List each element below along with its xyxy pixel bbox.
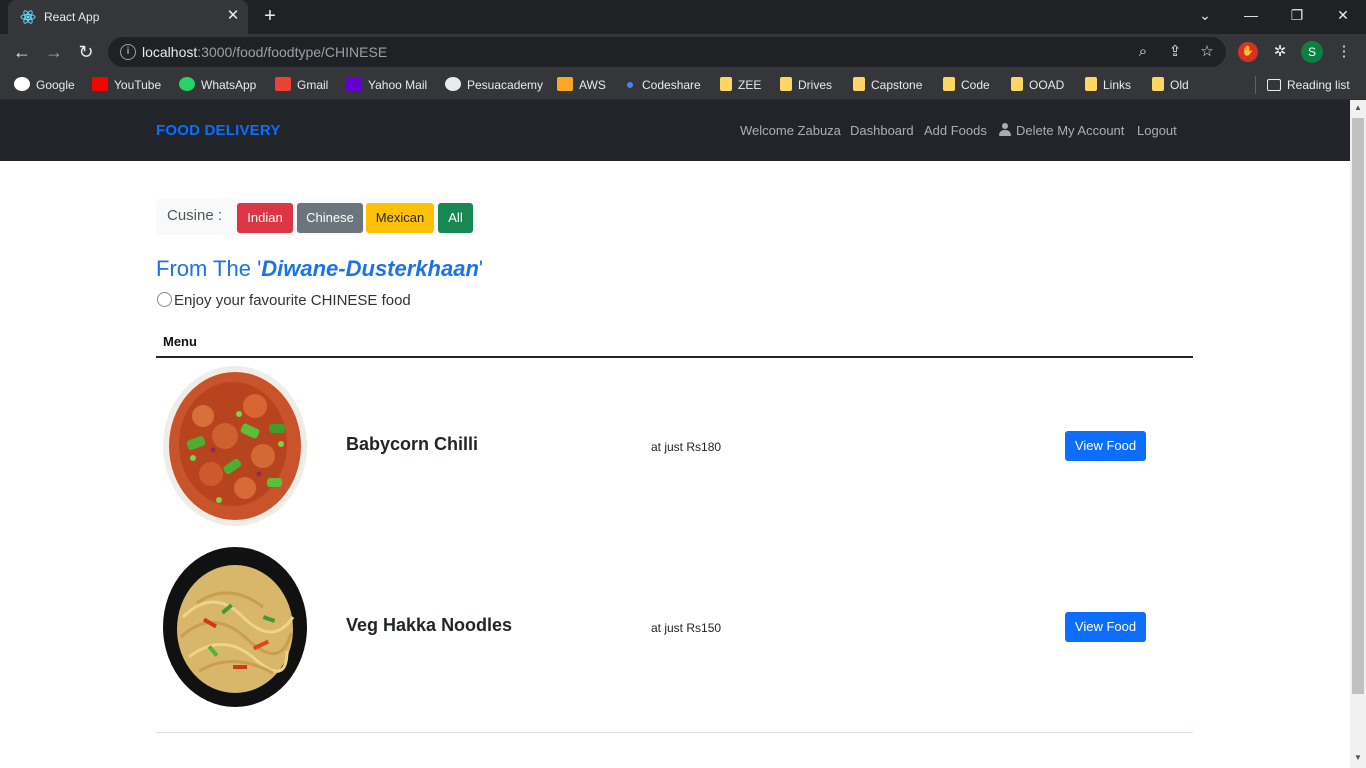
bookmark-folder-zee[interactable]: ZEE [720,76,761,94]
food-name: Veg Hakka Noodles [346,615,513,635]
cuisine-filter: Cusine : Indian Chinese Mexican All [156,199,478,235]
whatsapp-icon [179,77,195,91]
menu-item: Veg Hakka Noodles at just Rs150 View Foo… [156,547,1193,727]
food-image [163,547,307,707]
nav-logout[interactable]: Logout [1137,123,1177,138]
window-close-icon[interactable]: ✕ [1329,4,1357,26]
browser-tab[interactable]: React App ✕ [8,0,248,34]
bookmark-codeshare[interactable]: Codeshare [622,76,701,94]
bookmark-folder-drives[interactable]: Drives [780,76,832,94]
bookmark-folder-code[interactable]: Code [943,76,990,94]
gmail-icon [275,77,291,91]
bookmark-gmail[interactable]: Gmail [275,76,328,94]
food-price: at just Rs180 [651,440,722,454]
youtube-icon [92,77,108,91]
food-price: at just Rs150 [651,621,722,635]
yahoo-mail-icon [346,77,362,91]
pesuacademy-icon [445,77,461,91]
folder-icon [943,77,955,91]
google-icon [14,77,30,91]
view-food-button[interactable]: View Food [1065,431,1146,461]
babycorn-chilli-image [163,366,307,526]
reading-list-button[interactable]: Reading list [1267,76,1350,94]
cuisine-all-button[interactable]: All [438,203,473,233]
reading-list-icon [1267,79,1281,91]
person-icon [999,123,1011,136]
profile-avatar[interactable]: S [1301,41,1323,63]
brand-logo[interactable]: FOOD DELIVERY [156,122,281,139]
tab-title: React App [44,10,100,24]
food-name: Babycorn Chilli [346,434,479,454]
top-navbar: FOOD DELIVERY Welcome Zabuza Dashboard A… [0,100,1350,161]
menu-header: Menu [163,334,197,349]
minimize-icon[interactable]: — [1237,4,1265,26]
url-path: :3000/food/foodtype/CHINESE [197,44,388,60]
cuisine-mexican-button[interactable]: Mexican [366,203,434,233]
url-text[interactable]: localhost:3000/food/foodtype/CHINESE [142,44,387,60]
restaurant-name: Diwane-Dusterkhaan [261,256,479,281]
food-image [163,366,307,526]
bookmarks-bar: Google YouTube WhatsApp Gmail Yahoo Mail… [0,70,1366,100]
browser-toolbar: ← → ↻ i localhost:3000/food/foodtype/CHI… [0,34,1366,70]
restaurant-heading: From The 'Diwane-Dusterkhaan' [156,256,484,281]
menu-bottom-divider [156,732,1193,733]
reload-icon[interactable]: ↻ [75,41,97,63]
share-icon[interactable]: ⇪ [1166,43,1184,61]
bookmark-youtube[interactable]: YouTube [92,76,161,94]
food-bowl-icon [157,292,172,307]
folder-icon [1085,77,1097,91]
nav-dashboard[interactable]: Dashboard [850,123,914,138]
view-food-button[interactable]: View Food [1065,612,1146,642]
folder-icon [853,77,865,91]
bookmark-folder-old[interactable]: Old [1152,76,1189,94]
welcome-user[interactable]: Welcome Zabuza [740,123,841,138]
folder-icon [1011,77,1023,91]
browser-tab-bar: React App ✕ + ⌄ — ❐ ✕ [0,0,1366,34]
nav-add-foods[interactable]: Add Foods [924,123,987,138]
bookmark-whatsapp[interactable]: WhatsApp [179,76,256,94]
scroll-thumb[interactable] [1352,118,1364,694]
react-logo-icon [20,10,36,24]
back-icon[interactable]: ← [11,41,33,63]
veg-hakka-noodles-image [163,547,307,707]
site-info-icon[interactable]: i [120,44,136,60]
url-host: localhost [142,44,198,60]
cuisine-chinese-button[interactable]: Chinese [297,203,363,233]
scroll-down-icon[interactable]: ▼ [1354,754,1362,762]
tab-search-icon[interactable]: ⌄ [1191,4,1219,26]
extension-hand-icon[interactable]: ✋ [1238,42,1258,62]
cuisine-indian-button[interactable]: Indian [237,203,293,233]
page-content: FOOD DELIVERY Welcome Zabuza Dashboard A… [0,100,1350,768]
bookmark-yahoo-mail[interactable]: Yahoo Mail [346,76,427,94]
bookmark-pesuacademy[interactable]: Pesuacademy [445,76,543,94]
extensions-puzzle-icon[interactable]: ✲ [1270,42,1290,62]
scroll-up-icon[interactable]: ▲ [1354,104,1362,112]
folder-icon [720,77,732,91]
cuisine-label: Cusine : [167,207,223,224]
address-bar[interactable]: i localhost:3000/food/foodtype/CHINESE ⌕… [108,37,1226,67]
forward-icon[interactable]: → [43,41,65,63]
codeshare-icon [627,82,633,88]
menu-item: Babycorn Chilli at just Rs180 View Food [156,366,1193,546]
menu-divider [156,356,1193,358]
page-scrollbar[interactable]: ▲ ▼ [1350,100,1366,768]
nav-delete-account[interactable]: Delete My Account [999,123,1124,138]
page-subtitle: Enjoy your favourite CHINESE food [157,292,411,309]
folder-icon [1152,77,1164,91]
folder-icon [780,77,792,91]
new-tab-icon[interactable]: + [260,5,280,27]
chrome-menu-icon[interactable]: ⋮ [1334,42,1354,62]
bookmark-folder-links[interactable]: Links [1085,76,1131,94]
bookmark-folder-ooad[interactable]: OOAD [1011,76,1064,94]
bookmark-aws[interactable]: AWS [557,76,606,94]
bookmarks-divider [1255,76,1256,94]
restore-icon[interactable]: ❐ [1283,4,1311,26]
bookmark-folder-capstone[interactable]: Capstone [853,76,922,94]
zoom-icon[interactable]: ⌕ [1134,43,1152,61]
bookmark-google[interactable]: Google [14,76,75,94]
aws-icon [557,77,573,91]
bookmark-star-icon[interactable]: ☆ [1198,43,1216,61]
tab-close-icon[interactable]: ✕ [224,6,242,26]
